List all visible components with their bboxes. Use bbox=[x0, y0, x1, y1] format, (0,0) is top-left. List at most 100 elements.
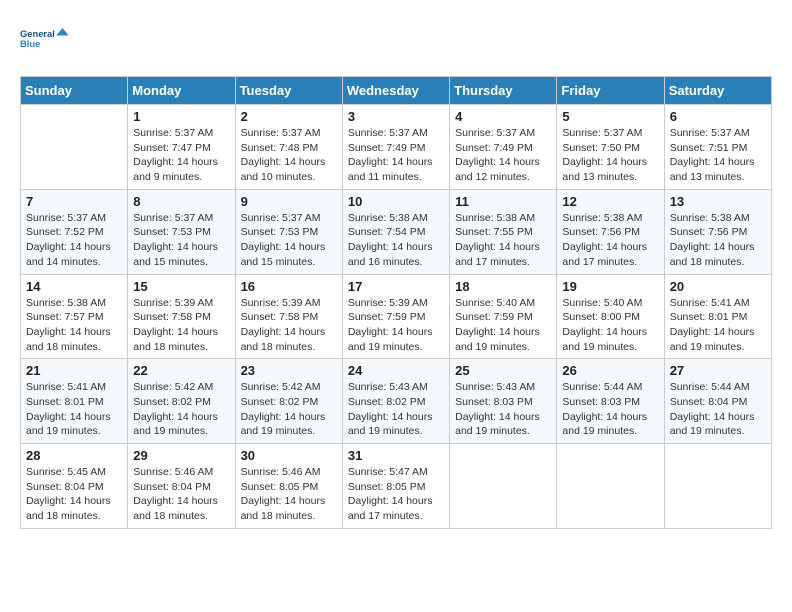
day-info: Sunrise: 5:38 AM Sunset: 7:57 PM Dayligh… bbox=[26, 296, 122, 355]
day-info: Sunrise: 5:40 AM Sunset: 7:59 PM Dayligh… bbox=[455, 296, 551, 355]
day-info: Sunrise: 5:42 AM Sunset: 8:02 PM Dayligh… bbox=[133, 380, 229, 439]
day-header-sunday: Sunday bbox=[21, 77, 128, 105]
day-header-wednesday: Wednesday bbox=[342, 77, 449, 105]
day-number: 8 bbox=[133, 194, 229, 209]
day-number: 6 bbox=[670, 109, 766, 124]
calendar-cell: 21Sunrise: 5:41 AM Sunset: 8:01 PM Dayli… bbox=[21, 359, 128, 444]
calendar-cell: 30 Sunrise: 5:46 AM Sunset: 8:05 PM Dayli… bbox=[235, 444, 342, 529]
day-number: 17 bbox=[348, 279, 444, 294]
day-info: Sunrise: 5:44 AM Sunset: 8:04 PM Dayligh… bbox=[670, 380, 766, 439]
week-row-2: 7Sunrise: 5:37 AM Sunset: 7:52 PM Daylig… bbox=[21, 189, 772, 274]
day-number: 23 bbox=[241, 363, 337, 378]
logo-svg: General Blue bbox=[20, 20, 70, 56]
calendar-cell: 8 Sunrise: 5:37 AM Sunset: 7:53 PM Daylig… bbox=[128, 189, 235, 274]
calendar-cell: 5 Sunrise: 5:37 AM Sunset: 7:50 PM Daylig… bbox=[557, 105, 664, 190]
calendar-cell bbox=[450, 444, 557, 529]
week-row-1: 1 Sunrise: 5:37 AM Sunset: 7:47 PM Daylig… bbox=[21, 105, 772, 190]
day-info: Sunrise: 5:38 AM Sunset: 7:56 PM Dayligh… bbox=[670, 211, 766, 270]
day-number: 19 bbox=[562, 279, 658, 294]
calendar-body: 1 Sunrise: 5:37 AM Sunset: 7:47 PM Daylig… bbox=[21, 105, 772, 529]
day-number: 28 bbox=[26, 448, 122, 463]
week-row-5: 28 Sunrise: 5:45 AM Sunset: 8:04 PM Dayli… bbox=[21, 444, 772, 529]
svg-text:Blue: Blue bbox=[20, 39, 40, 49]
calendar-cell: 18 Sunrise: 5:40 AM Sunset: 7:59 PM Dayli… bbox=[450, 274, 557, 359]
day-info: Sunrise: 5:37 AM Sunset: 7:53 PM Dayligh… bbox=[133, 211, 229, 270]
calendar-cell: 3Sunrise: 5:37 AM Sunset: 7:49 PM Daylig… bbox=[342, 105, 449, 190]
day-info: Sunrise: 5:37 AM Sunset: 7:50 PM Dayligh… bbox=[562, 126, 658, 185]
day-number: 16 bbox=[241, 279, 337, 294]
calendar-cell: 14 Sunrise: 5:38 AM Sunset: 7:57 PM Dayli… bbox=[21, 274, 128, 359]
day-info: Sunrise: 5:39 AM Sunset: 7:58 PM Dayligh… bbox=[241, 296, 337, 355]
calendar-cell bbox=[557, 444, 664, 529]
calendar-cell: 15 Sunrise: 5:39 AM Sunset: 7:58 PM Dayli… bbox=[128, 274, 235, 359]
day-number: 11 bbox=[455, 194, 551, 209]
day-number: 3 bbox=[348, 109, 444, 124]
day-info: Sunrise: 5:42 AM Sunset: 8:02 PM Dayligh… bbox=[241, 380, 337, 439]
calendar-cell: 19 Sunrise: 5:40 AM Sunset: 8:00 PM Dayli… bbox=[557, 274, 664, 359]
calendar-cell: 25 Sunrise: 5:43 AM Sunset: 8:03 PM Dayli… bbox=[450, 359, 557, 444]
day-number: 4 bbox=[455, 109, 551, 124]
day-number: 13 bbox=[670, 194, 766, 209]
day-number: 18 bbox=[455, 279, 551, 294]
day-header-monday: Monday bbox=[128, 77, 235, 105]
day-number: 12 bbox=[562, 194, 658, 209]
day-number: 2 bbox=[241, 109, 337, 124]
day-info: Sunrise: 5:43 AM Sunset: 8:03 PM Dayligh… bbox=[455, 380, 551, 439]
day-number: 26 bbox=[562, 363, 658, 378]
day-info: Sunrise: 5:45 AM Sunset: 8:04 PM Dayligh… bbox=[26, 465, 122, 524]
calendar-header: SundayMondayTuesdayWednesdayThursdayFrid… bbox=[21, 77, 772, 105]
day-info: Sunrise: 5:44 AM Sunset: 8:03 PM Dayligh… bbox=[562, 380, 658, 439]
day-number: 24 bbox=[348, 363, 444, 378]
day-info: Sunrise: 5:37 AM Sunset: 7:51 PM Dayligh… bbox=[670, 126, 766, 185]
calendar-cell: 13 Sunrise: 5:38 AM Sunset: 7:56 PM Dayli… bbox=[664, 189, 771, 274]
calendar-cell bbox=[664, 444, 771, 529]
calendar-cell: 10 Sunrise: 5:38 AM Sunset: 7:54 PM Dayli… bbox=[342, 189, 449, 274]
day-info: Sunrise: 5:43 AM Sunset: 8:02 PM Dayligh… bbox=[348, 380, 444, 439]
calendar-cell bbox=[21, 105, 128, 190]
day-header-friday: Friday bbox=[557, 77, 664, 105]
day-header-tuesday: Tuesday bbox=[235, 77, 342, 105]
day-info: Sunrise: 5:39 AM Sunset: 7:58 PM Dayligh… bbox=[133, 296, 229, 355]
day-number: 22 bbox=[133, 363, 229, 378]
day-number: 20 bbox=[670, 279, 766, 294]
calendar-cell: 26 Sunrise: 5:44 AM Sunset: 8:03 PM Dayli… bbox=[557, 359, 664, 444]
calendar-cell: 4 Sunrise: 5:37 AM Sunset: 7:49 PM Daylig… bbox=[450, 105, 557, 190]
day-number: 25 bbox=[455, 363, 551, 378]
day-header-saturday: Saturday bbox=[664, 77, 771, 105]
week-row-4: 21Sunrise: 5:41 AM Sunset: 8:01 PM Dayli… bbox=[21, 359, 772, 444]
calendar-cell: 2Sunrise: 5:37 AM Sunset: 7:48 PM Daylig… bbox=[235, 105, 342, 190]
calendar: SundayMondayTuesdayWednesdayThursdayFrid… bbox=[20, 76, 772, 529]
calendar-cell: 31 Sunrise: 5:47 AM Sunset: 8:05 PM Dayli… bbox=[342, 444, 449, 529]
calendar-cell: 29 Sunrise: 5:46 AM Sunset: 8:04 PM Dayli… bbox=[128, 444, 235, 529]
day-info: Sunrise: 5:40 AM Sunset: 8:00 PM Dayligh… bbox=[562, 296, 658, 355]
day-number: 14 bbox=[26, 279, 122, 294]
day-info: Sunrise: 5:38 AM Sunset: 7:54 PM Dayligh… bbox=[348, 211, 444, 270]
calendar-cell: 6 Sunrise: 5:37 AM Sunset: 7:51 PM Daylig… bbox=[664, 105, 771, 190]
day-info: Sunrise: 5:38 AM Sunset: 7:55 PM Dayligh… bbox=[455, 211, 551, 270]
day-info: Sunrise: 5:37 AM Sunset: 7:47 PM Dayligh… bbox=[133, 126, 229, 185]
day-info: Sunrise: 5:37 AM Sunset: 7:52 PM Dayligh… bbox=[26, 211, 122, 270]
day-number: 31 bbox=[348, 448, 444, 463]
week-row-3: 14 Sunrise: 5:38 AM Sunset: 7:57 PM Dayli… bbox=[21, 274, 772, 359]
day-info: Sunrise: 5:47 AM Sunset: 8:05 PM Dayligh… bbox=[348, 465, 444, 524]
day-info: Sunrise: 5:46 AM Sunset: 8:04 PM Dayligh… bbox=[133, 465, 229, 524]
day-number: 27 bbox=[670, 363, 766, 378]
day-number: 30 bbox=[241, 448, 337, 463]
day-info: Sunrise: 5:41 AM Sunset: 8:01 PM Dayligh… bbox=[26, 380, 122, 439]
day-header-thursday: Thursday bbox=[450, 77, 557, 105]
calendar-cell: 28 Sunrise: 5:45 AM Sunset: 8:04 PM Dayli… bbox=[21, 444, 128, 529]
calendar-cell: 12Sunrise: 5:38 AM Sunset: 7:56 PM Dayli… bbox=[557, 189, 664, 274]
calendar-cell: 16 Sunrise: 5:39 AM Sunset: 7:58 PM Dayli… bbox=[235, 274, 342, 359]
calendar-cell: 22 Sunrise: 5:42 AM Sunset: 8:02 PM Dayli… bbox=[128, 359, 235, 444]
day-number: 5 bbox=[562, 109, 658, 124]
day-number: 1 bbox=[133, 109, 229, 124]
day-info: Sunrise: 5:37 AM Sunset: 7:53 PM Dayligh… bbox=[241, 211, 337, 270]
day-number: 15 bbox=[133, 279, 229, 294]
day-info: Sunrise: 5:46 AM Sunset: 8:05 PM Dayligh… bbox=[241, 465, 337, 524]
day-info: Sunrise: 5:39 AM Sunset: 7:59 PM Dayligh… bbox=[348, 296, 444, 355]
day-info: Sunrise: 5:41 AM Sunset: 8:01 PM Dayligh… bbox=[670, 296, 766, 355]
day-number: 29 bbox=[133, 448, 229, 463]
calendar-cell: 27 Sunrise: 5:44 AM Sunset: 8:04 PM Dayli… bbox=[664, 359, 771, 444]
day-number: 10 bbox=[348, 194, 444, 209]
day-info: Sunrise: 5:37 AM Sunset: 7:49 PM Dayligh… bbox=[455, 126, 551, 185]
